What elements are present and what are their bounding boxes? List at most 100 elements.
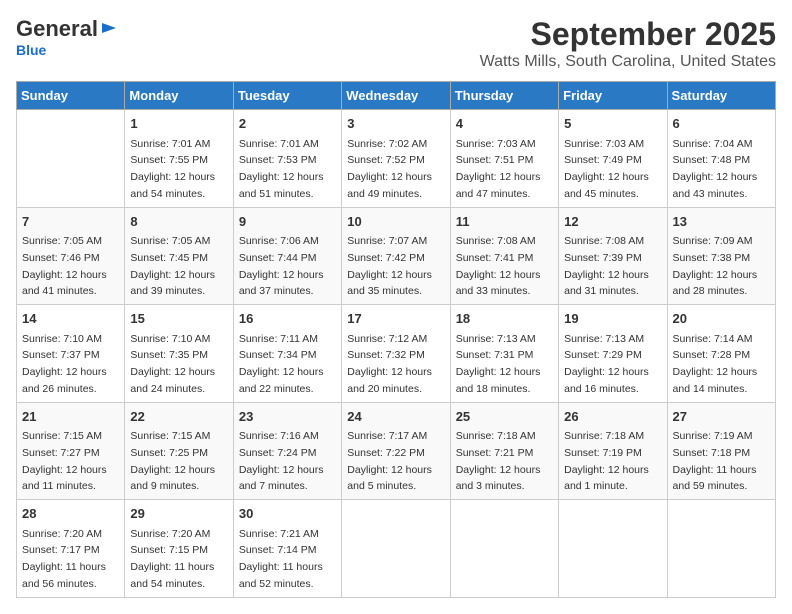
calendar-cell: 5 Sunrise: 7:03 AM Sunset: 7:49 PM Daylig… <box>559 110 667 208</box>
day-number: 14 <box>22 309 119 329</box>
day-info: Sunrise: 7:17 AM Sunset: 7:22 PM Dayligh… <box>347 430 432 492</box>
day-number: 5 <box>564 114 661 134</box>
calendar-cell: 30 Sunrise: 7:21 AM Sunset: 7:14 PM Dayli… <box>233 500 341 598</box>
calendar-cell: 6 Sunrise: 7:04 AM Sunset: 7:48 PM Daylig… <box>667 110 775 208</box>
calendar-cell: 23 Sunrise: 7:16 AM Sunset: 7:24 PM Dayli… <box>233 402 341 500</box>
week-row-4: 21Sunrise: 7:15 AM Sunset: 7:27 PM Dayli… <box>17 402 776 500</box>
col-header-saturday: Saturday <box>667 82 775 110</box>
calendar-cell: 19Sunrise: 7:13 AM Sunset: 7:29 PM Dayli… <box>559 305 667 403</box>
day-info: Sunrise: 7:01 AM Sunset: 7:55 PM Dayligh… <box>130 138 215 200</box>
day-number: 13 <box>673 212 770 232</box>
col-header-friday: Friday <box>559 82 667 110</box>
week-row-5: 28 Sunrise: 7:20 AM Sunset: 7:17 PM Dayli… <box>17 500 776 598</box>
logo-icon <box>100 19 118 37</box>
day-info: Sunrise: 7:08 AM Sunset: 7:41 PM Dayligh… <box>456 235 541 297</box>
day-number: 6 <box>673 114 770 134</box>
calendar-cell: 21Sunrise: 7:15 AM Sunset: 7:27 PM Dayli… <box>17 402 125 500</box>
calendar-cell <box>17 110 125 208</box>
day-number: 9 <box>239 212 336 232</box>
day-info: Sunrise: 7:02 AM Sunset: 7:52 PM Dayligh… <box>347 138 432 200</box>
day-number: 27 <box>673 407 770 427</box>
logo-blue: Blue <box>16 42 46 58</box>
calendar-cell: 1 Sunrise: 7:01 AM Sunset: 7:55 PM Daylig… <box>125 110 233 208</box>
calendar-cell: 18Sunrise: 7:13 AM Sunset: 7:31 PM Dayli… <box>450 305 558 403</box>
calendar-cell: 2 Sunrise: 7:01 AM Sunset: 7:53 PM Daylig… <box>233 110 341 208</box>
day-info: Sunrise: 7:09 AM Sunset: 7:38 PM Dayligh… <box>673 235 758 297</box>
day-number: 21 <box>22 407 119 427</box>
calendar-table: SundayMondayTuesdayWednesdayThursdayFrid… <box>16 81 776 598</box>
calendar-cell: 29 Sunrise: 7:20 AM Sunset: 7:15 PM Dayli… <box>125 500 233 598</box>
calendar-cell: 16 Sunrise: 7:11 AM Sunset: 7:34 PM Dayli… <box>233 305 341 403</box>
day-info: Sunrise: 7:04 AM Sunset: 7:48 PM Dayligh… <box>673 138 758 200</box>
col-header-monday: Monday <box>125 82 233 110</box>
calendar-cell: 26 Sunrise: 7:18 AM Sunset: 7:19 PM Dayli… <box>559 402 667 500</box>
calendar-cell <box>559 500 667 598</box>
day-info: Sunrise: 7:18 AM Sunset: 7:21 PM Dayligh… <box>456 430 541 492</box>
calendar-cell <box>450 500 558 598</box>
day-info: Sunrise: 7:08 AM Sunset: 7:39 PM Dayligh… <box>564 235 649 297</box>
calendar-cell: 4 Sunrise: 7:03 AM Sunset: 7:51 PM Daylig… <box>450 110 558 208</box>
day-number: 28 <box>22 504 119 524</box>
day-info: Sunrise: 7:19 AM Sunset: 7:18 PM Dayligh… <box>673 430 757 492</box>
col-header-thursday: Thursday <box>450 82 558 110</box>
day-info: Sunrise: 7:20 AM Sunset: 7:15 PM Dayligh… <box>130 528 214 590</box>
day-info: Sunrise: 7:16 AM Sunset: 7:24 PM Dayligh… <box>239 430 324 492</box>
day-info: Sunrise: 7:21 AM Sunset: 7:14 PM Dayligh… <box>239 528 323 590</box>
day-number: 23 <box>239 407 336 427</box>
day-info: Sunrise: 7:10 AM Sunset: 7:37 PM Dayligh… <box>22 333 107 395</box>
day-number: 16 <box>239 309 336 329</box>
day-info: Sunrise: 7:12 AM Sunset: 7:32 PM Dayligh… <box>347 333 432 395</box>
day-number: 3 <box>347 114 444 134</box>
calendar-cell: 9Sunrise: 7:06 AM Sunset: 7:44 PM Daylig… <box>233 207 341 305</box>
day-number: 4 <box>456 114 553 134</box>
calendar-cell: 12 Sunrise: 7:08 AM Sunset: 7:39 PM Dayli… <box>559 207 667 305</box>
day-number: 7 <box>22 212 119 232</box>
day-info: Sunrise: 7:03 AM Sunset: 7:49 PM Dayligh… <box>564 138 649 200</box>
day-info: Sunrise: 7:03 AM Sunset: 7:51 PM Dayligh… <box>456 138 541 200</box>
day-number: 2 <box>239 114 336 134</box>
calendar-cell: 7Sunrise: 7:05 AM Sunset: 7:46 PM Daylig… <box>17 207 125 305</box>
day-info: Sunrise: 7:15 AM Sunset: 7:25 PM Dayligh… <box>130 430 215 492</box>
day-number: 26 <box>564 407 661 427</box>
day-info: Sunrise: 7:18 AM Sunset: 7:19 PM Dayligh… <box>564 430 649 492</box>
week-row-3: 14 Sunrise: 7:10 AM Sunset: 7:37 PM Dayli… <box>17 305 776 403</box>
col-header-sunday: Sunday <box>17 82 125 110</box>
calendar-cell: 3 Sunrise: 7:02 AM Sunset: 7:52 PM Daylig… <box>342 110 450 208</box>
calendar-cell: 27 Sunrise: 7:19 AM Sunset: 7:18 PM Dayli… <box>667 402 775 500</box>
day-info: Sunrise: 7:01 AM Sunset: 7:53 PM Dayligh… <box>239 138 324 200</box>
day-number: 10 <box>347 212 444 232</box>
page-title: September 2025 <box>480 16 776 53</box>
day-number: 1 <box>130 114 227 134</box>
calendar-cell: 13 Sunrise: 7:09 AM Sunset: 7:38 PM Dayli… <box>667 207 775 305</box>
calendar-cell: 8 Sunrise: 7:05 AM Sunset: 7:45 PM Daylig… <box>125 207 233 305</box>
logo: General Blue <box>16 16 118 58</box>
col-header-tuesday: Tuesday <box>233 82 341 110</box>
day-number: 29 <box>130 504 227 524</box>
calendar-cell: 10 Sunrise: 7:07 AM Sunset: 7:42 PM Dayli… <box>342 207 450 305</box>
calendar-cell: 11Sunrise: 7:08 AM Sunset: 7:41 PM Dayli… <box>450 207 558 305</box>
calendar-cell <box>667 500 775 598</box>
title-block: September 2025 Watts Mills, South Caroli… <box>480 16 776 71</box>
calendar-cell: 20Sunrise: 7:14 AM Sunset: 7:28 PM Dayli… <box>667 305 775 403</box>
calendar-cell <box>342 500 450 598</box>
day-info: Sunrise: 7:07 AM Sunset: 7:42 PM Dayligh… <box>347 235 432 297</box>
day-number: 17 <box>347 309 444 329</box>
logo-general: General <box>16 16 98 42</box>
day-info: Sunrise: 7:14 AM Sunset: 7:28 PM Dayligh… <box>673 333 758 395</box>
day-info: Sunrise: 7:05 AM Sunset: 7:45 PM Dayligh… <box>130 235 215 297</box>
calendar-cell: 17 Sunrise: 7:12 AM Sunset: 7:32 PM Dayli… <box>342 305 450 403</box>
day-number: 25 <box>456 407 553 427</box>
day-info: Sunrise: 7:11 AM Sunset: 7:34 PM Dayligh… <box>239 333 324 395</box>
col-header-wednesday: Wednesday <box>342 82 450 110</box>
calendar-cell: 28 Sunrise: 7:20 AM Sunset: 7:17 PM Dayli… <box>17 500 125 598</box>
day-info: Sunrise: 7:10 AM Sunset: 7:35 PM Dayligh… <box>130 333 215 395</box>
calendar-cell: 25 Sunrise: 7:18 AM Sunset: 7:21 PM Dayli… <box>450 402 558 500</box>
day-number: 8 <box>130 212 227 232</box>
day-info: Sunrise: 7:20 AM Sunset: 7:17 PM Dayligh… <box>22 528 106 590</box>
day-number: 19 <box>564 309 661 329</box>
day-number: 18 <box>456 309 553 329</box>
calendar-cell: 15Sunrise: 7:10 AM Sunset: 7:35 PM Dayli… <box>125 305 233 403</box>
week-row-2: 7Sunrise: 7:05 AM Sunset: 7:46 PM Daylig… <box>17 207 776 305</box>
day-number: 12 <box>564 212 661 232</box>
day-number: 30 <box>239 504 336 524</box>
